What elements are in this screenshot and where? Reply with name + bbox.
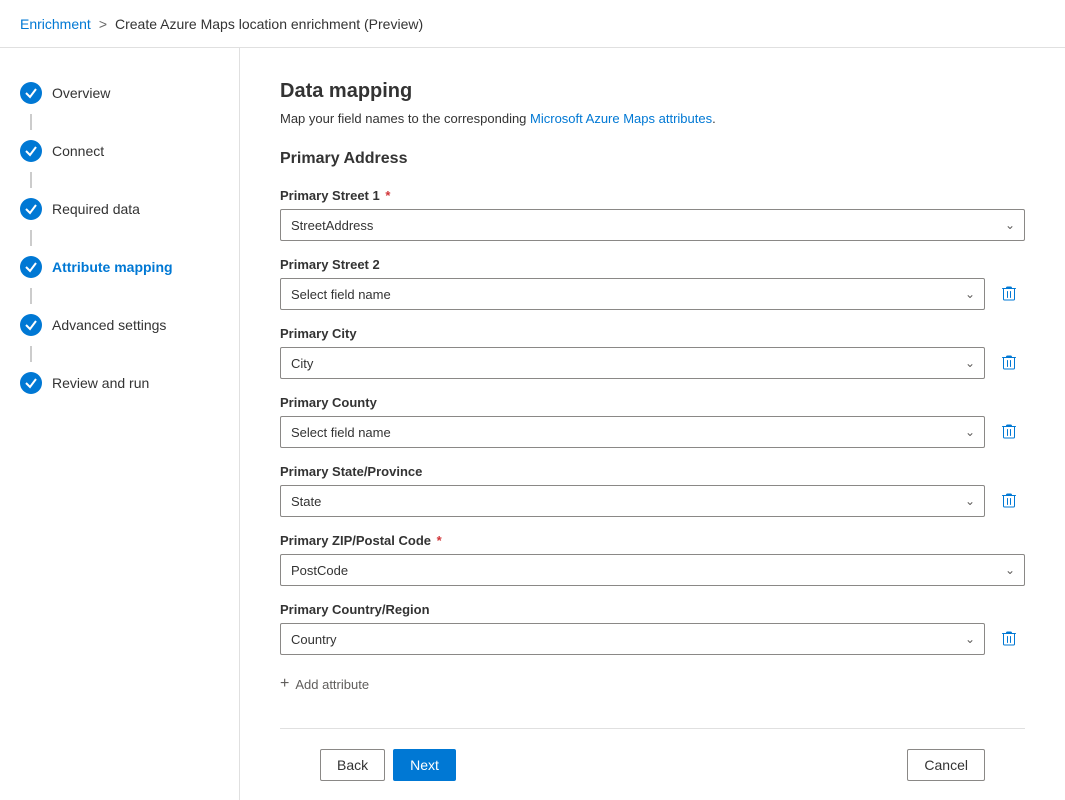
required-marker-1: * xyxy=(382,188,391,203)
breadcrumb-current: Create Azure Maps location enrichment (P… xyxy=(115,16,423,32)
select-primary-zip[interactable]: PostCode xyxy=(280,554,1025,586)
connector-1 xyxy=(30,114,32,130)
description-link[interactable]: Microsoft Azure Maps attributes xyxy=(530,111,712,126)
connector-2 xyxy=(30,172,32,188)
sidebar-label-review-and-run: Review and run xyxy=(52,375,149,391)
add-attribute-button[interactable]: + Add attribute xyxy=(280,671,1025,697)
next-button[interactable]: Next xyxy=(393,749,456,781)
delete-btn-primary-street-2[interactable] xyxy=(993,278,1025,310)
field-group-primary-street-1: Primary Street 1 * StreetAddress ⌄ xyxy=(280,188,1025,241)
content-scroll: Data mapping Map your field names to the… xyxy=(280,80,1025,728)
footer-left-buttons: Back Next xyxy=(320,749,456,781)
field-group-primary-street-2: Primary Street 2 Select field name ⌄ xyxy=(280,257,1025,310)
select-wrapper-primary-country: Country ⌄ xyxy=(280,623,985,655)
main-layout: Overview Connect Required data Attribute… xyxy=(0,48,1065,800)
select-primary-state[interactable]: State xyxy=(280,485,985,517)
description-end: . xyxy=(712,111,716,126)
sidebar-item-review-and-run[interactable]: Review and run xyxy=(0,362,239,404)
select-wrapper-primary-street-2: Select field name ⌄ xyxy=(280,278,985,310)
review-and-run-check-icon xyxy=(20,372,42,394)
add-attribute-label: Add attribute xyxy=(295,677,369,692)
sidebar-label-required-data: Required data xyxy=(52,201,140,217)
content-area: Data mapping Map your field names to the… xyxy=(240,48,1065,800)
description-text: Map your field names to the correspondin… xyxy=(280,111,530,126)
connector-4 xyxy=(30,288,32,304)
sidebar-item-attribute-mapping[interactable]: Attribute mapping xyxy=(0,246,239,288)
sidebar: Overview Connect Required data Attribute… xyxy=(0,48,240,800)
field-row-primary-city: City ⌄ xyxy=(280,347,1025,379)
field-group-primary-zip: Primary ZIP/Postal Code * PostCode ⌄ xyxy=(280,533,1025,586)
select-primary-city[interactable]: City xyxy=(280,347,985,379)
sidebar-label-overview: Overview xyxy=(52,85,110,101)
connector-3 xyxy=(30,230,32,246)
sidebar-label-advanced-settings: Advanced settings xyxy=(52,317,166,333)
page-title: Data mapping xyxy=(280,80,1025,103)
field-label-primary-country: Primary Country/Region xyxy=(280,602,1025,617)
overview-check-icon xyxy=(20,82,42,104)
field-label-primary-county: Primary County xyxy=(280,395,1025,410)
select-wrapper-primary-state: State ⌄ xyxy=(280,485,985,517)
field-row-primary-country: Country ⌄ xyxy=(280,623,1025,655)
sidebar-item-overview[interactable]: Overview xyxy=(0,72,239,114)
attribute-mapping-check-icon xyxy=(20,256,42,278)
required-marker-zip: * xyxy=(433,533,442,548)
field-group-primary-country: Primary Country/Region Country ⌄ xyxy=(280,602,1025,655)
required-data-check-icon xyxy=(20,198,42,220)
select-primary-street-1[interactable]: StreetAddress xyxy=(280,209,1025,241)
select-wrapper-primary-city: City ⌄ xyxy=(280,347,985,379)
delete-btn-primary-country[interactable] xyxy=(993,623,1025,655)
top-bar: Enrichment > Create Azure Maps location … xyxy=(0,0,1065,48)
select-primary-country[interactable]: Country xyxy=(280,623,985,655)
delete-btn-primary-county[interactable] xyxy=(993,416,1025,448)
section-title: Primary Address xyxy=(280,150,1025,168)
field-row-primary-zip: PostCode ⌄ xyxy=(280,554,1025,586)
advanced-settings-check-icon xyxy=(20,314,42,336)
sidebar-item-connect[interactable]: Connect xyxy=(0,130,239,172)
sidebar-item-required-data[interactable]: Required data xyxy=(0,188,239,230)
sidebar-label-attribute-mapping: Attribute mapping xyxy=(52,259,173,275)
field-row-primary-county: Select field name ⌄ xyxy=(280,416,1025,448)
breadcrumb-parent[interactable]: Enrichment xyxy=(20,16,91,32)
sidebar-item-advanced-settings[interactable]: Advanced settings xyxy=(0,304,239,346)
footer: Back Next Cancel xyxy=(280,728,1025,800)
delete-btn-primary-city[interactable] xyxy=(993,347,1025,379)
field-label-primary-city: Primary City xyxy=(280,326,1025,341)
field-row-primary-street-2: Select field name ⌄ xyxy=(280,278,1025,310)
delete-btn-primary-state[interactable] xyxy=(993,485,1025,517)
select-wrapper-primary-street-1: StreetAddress ⌄ xyxy=(280,209,1025,241)
field-group-primary-state: Primary State/Province State ⌄ xyxy=(280,464,1025,517)
field-label-primary-street-2: Primary Street 2 xyxy=(280,257,1025,272)
field-label-primary-zip: Primary ZIP/Postal Code * xyxy=(280,533,1025,548)
field-label-primary-state: Primary State/Province xyxy=(280,464,1025,479)
plus-icon: + xyxy=(280,675,289,693)
back-button[interactable]: Back xyxy=(320,749,385,781)
select-primary-street-2[interactable]: Select field name xyxy=(280,278,985,310)
cancel-button[interactable]: Cancel xyxy=(907,749,985,781)
breadcrumb-separator: > xyxy=(99,16,107,32)
select-primary-county[interactable]: Select field name xyxy=(280,416,985,448)
field-group-primary-county: Primary County Select field name ⌄ xyxy=(280,395,1025,448)
field-row-primary-state: State ⌄ xyxy=(280,485,1025,517)
connector-5 xyxy=(30,346,32,362)
field-group-primary-city: Primary City City ⌄ xyxy=(280,326,1025,379)
sidebar-label-connect: Connect xyxy=(52,143,104,159)
connect-check-icon xyxy=(20,140,42,162)
field-row-primary-street-1: StreetAddress ⌄ xyxy=(280,209,1025,241)
select-wrapper-primary-zip: PostCode ⌄ xyxy=(280,554,1025,586)
page-description: Map your field names to the correspondin… xyxy=(280,111,1025,126)
select-wrapper-primary-county: Select field name ⌄ xyxy=(280,416,985,448)
field-label-primary-street-1: Primary Street 1 * xyxy=(280,188,1025,203)
